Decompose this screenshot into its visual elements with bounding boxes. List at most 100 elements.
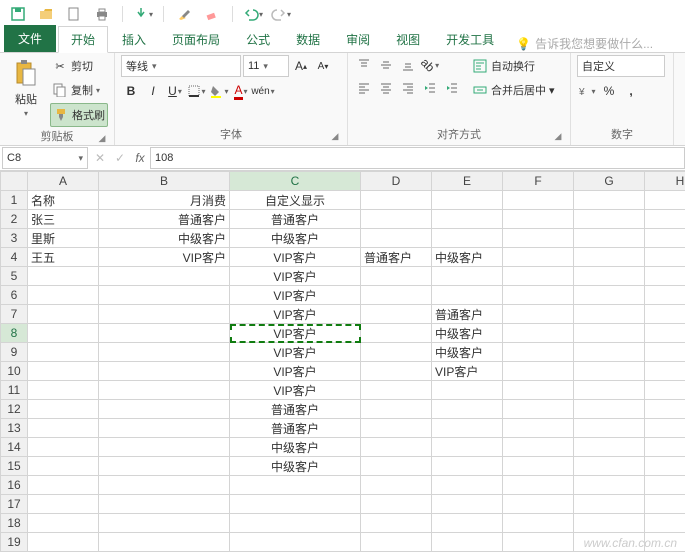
cell-F17[interactable]	[503, 495, 574, 514]
tab-0[interactable]: 开始	[58, 26, 108, 53]
cell-H17[interactable]	[645, 495, 685, 514]
cell-E4[interactable]: 中级客户	[432, 248, 503, 267]
font-name-combo[interactable]: 等线▾	[121, 55, 241, 77]
cell-B19[interactable]	[99, 533, 230, 552]
cell-D6[interactable]	[361, 286, 432, 305]
row-header-16[interactable]: 16	[1, 476, 28, 495]
cell-A7[interactable]	[28, 305, 99, 324]
cell-G7[interactable]	[574, 305, 645, 324]
cell-B3[interactable]: 中级客户	[99, 229, 230, 248]
italic-button[interactable]: I	[143, 81, 163, 101]
cell-D1[interactable]	[361, 191, 432, 210]
row-header-7[interactable]: 7	[1, 305, 28, 324]
increase-indent-button[interactable]	[442, 78, 462, 98]
cell-G16[interactable]	[574, 476, 645, 495]
cell-G19[interactable]	[574, 533, 645, 552]
cell-B7[interactable]	[99, 305, 230, 324]
cell-G15[interactable]	[574, 457, 645, 476]
highlight-icon[interactable]	[172, 2, 196, 26]
cell-C6[interactable]: VIP客户	[230, 286, 361, 305]
cell-F13[interactable]	[503, 419, 574, 438]
cell-C11[interactable]: VIP客户	[230, 381, 361, 400]
cell-D2[interactable]	[361, 210, 432, 229]
cell-F5[interactable]	[503, 267, 574, 286]
accounting-format-button[interactable]: ¥▾	[577, 81, 597, 101]
cancel-icon[interactable]: ✕	[90, 148, 110, 168]
cell-E18[interactable]	[432, 514, 503, 533]
save-icon[interactable]	[6, 2, 30, 26]
cell-G1[interactable]	[574, 191, 645, 210]
cell-E1[interactable]	[432, 191, 503, 210]
tab-4[interactable]: 数据	[284, 27, 332, 52]
tell-me[interactable]: 💡 告诉我您想要做什么...	[516, 35, 653, 52]
cell-C1[interactable]: 自定义显示	[230, 191, 361, 210]
row-header-2[interactable]: 2	[1, 210, 28, 229]
cell-D19[interactable]	[361, 533, 432, 552]
col-header-C[interactable]: C	[230, 172, 361, 191]
cell-D18[interactable]	[361, 514, 432, 533]
dialog-launcher-icon[interactable]: ◢	[329, 131, 341, 143]
cell-A16[interactable]	[28, 476, 99, 495]
copy-button[interactable]: 复制▾	[50, 79, 108, 101]
cell-D9[interactable]	[361, 343, 432, 362]
tab-5[interactable]: 审阅	[334, 27, 382, 52]
cell-C2[interactable]: 普通客户	[230, 210, 361, 229]
row-header-18[interactable]: 18	[1, 514, 28, 533]
print-icon[interactable]	[90, 2, 114, 26]
cell-C12[interactable]: 普通客户	[230, 400, 361, 419]
fill-color-button[interactable]: ▾	[209, 81, 229, 101]
cell-F4[interactable]	[503, 248, 574, 267]
cell-G2[interactable]	[574, 210, 645, 229]
dialog-launcher-icon[interactable]: ◢	[552, 131, 564, 143]
cell-B13[interactable]	[99, 419, 230, 438]
cell-H2[interactable]	[645, 210, 685, 229]
col-header-E[interactable]: E	[432, 172, 503, 191]
cell-B9[interactable]	[99, 343, 230, 362]
row-header-6[interactable]: 6	[1, 286, 28, 305]
cell-D13[interactable]	[361, 419, 432, 438]
cell-E3[interactable]	[432, 229, 503, 248]
align-left-button[interactable]	[354, 78, 374, 98]
cell-E7[interactable]: 普通客户	[432, 305, 503, 324]
cell-G5[interactable]	[574, 267, 645, 286]
cell-G18[interactable]	[574, 514, 645, 533]
cell-H18[interactable]	[645, 514, 685, 533]
row-header-12[interactable]: 12	[1, 400, 28, 419]
cell-A18[interactable]	[28, 514, 99, 533]
cut-button[interactable]: ✂剪切	[50, 55, 108, 77]
cell-D16[interactable]	[361, 476, 432, 495]
cell-C13[interactable]: 普通客户	[230, 419, 361, 438]
cell-F19[interactable]	[503, 533, 574, 552]
cell-B16[interactable]	[99, 476, 230, 495]
cell-F6[interactable]	[503, 286, 574, 305]
cell-D7[interactable]	[361, 305, 432, 324]
open-icon[interactable]	[34, 2, 58, 26]
cell-B5[interactable]	[99, 267, 230, 286]
cell-H12[interactable]	[645, 400, 685, 419]
align-center-button[interactable]	[376, 78, 396, 98]
cell-A12[interactable]	[28, 400, 99, 419]
cell-E9[interactable]: 中级客户	[432, 343, 503, 362]
decrease-indent-button[interactable]	[420, 78, 440, 98]
cell-E13[interactable]	[432, 419, 503, 438]
cell-D11[interactable]	[361, 381, 432, 400]
font-size-combo[interactable]: 11▾	[243, 55, 289, 77]
cell-C4[interactable]: VIP客户	[230, 248, 361, 267]
cell-D5[interactable]	[361, 267, 432, 286]
cell-E16[interactable]	[432, 476, 503, 495]
tab-file[interactable]: 文件	[4, 25, 56, 52]
cell-G12[interactable]	[574, 400, 645, 419]
col-header-D[interactable]: D	[361, 172, 432, 191]
cell-H13[interactable]	[645, 419, 685, 438]
row-header-4[interactable]: 4	[1, 248, 28, 267]
font-color-button[interactable]: A▾	[231, 81, 251, 101]
cell-E15[interactable]	[432, 457, 503, 476]
cell-C5[interactable]: VIP客户	[230, 267, 361, 286]
cell-D10[interactable]	[361, 362, 432, 381]
cell-G17[interactable]	[574, 495, 645, 514]
cell-B4[interactable]: VIP客户	[99, 248, 230, 267]
cell-C10[interactable]: VIP客户	[230, 362, 361, 381]
cell-A8[interactable]	[28, 324, 99, 343]
cell-G3[interactable]	[574, 229, 645, 248]
redo-icon[interactable]: ▾	[269, 2, 293, 26]
